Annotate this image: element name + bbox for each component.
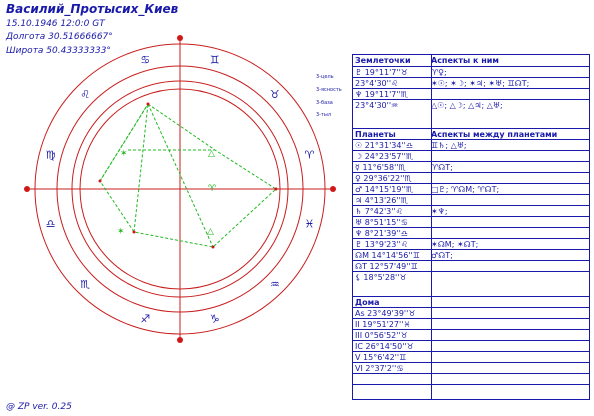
planet-point [274, 187, 278, 191]
planet-point [211, 245, 215, 249]
aspect-line [133, 103, 149, 233]
planet-point [132, 230, 136, 234]
legend-clarity: 3-ясность [316, 87, 342, 93]
zodiac-sign-glyph: ♑ [210, 312, 220, 325]
legend-goal: 3-цель [316, 74, 334, 80]
marker-bottom [177, 337, 183, 343]
legend-base: 3-база [316, 100, 333, 106]
trine-glyph: △ [208, 149, 215, 159]
zodiac-sign-glyph: ♉ [270, 88, 280, 101]
zodiac-sign-glyph: ♋ [140, 54, 150, 67]
version-footer: @ ZP ver. 0.25 [6, 402, 72, 412]
zodiac-sign-glyph: ♊ [210, 54, 220, 67]
sextile-glyph: ✶ [117, 227, 125, 237]
earth-header: Землеточки Аспекты к ним [355, 56, 499, 65]
sextile-glyph: ✶ [120, 149, 128, 159]
natal-chart: △ ♈ △ ✶ ✶ ♊ ♉ ♈ ♓ ♒ ♑ ♐ ♏ ♎ ♍ ♌ ♋ [24, 35, 336, 343]
square-glyph: ♈ [208, 184, 217, 194]
marker-right [330, 186, 336, 192]
table-row [353, 384, 589, 396]
aspect-polygon [99, 103, 277, 248]
zodiac-sign-glyph: ♏ [80, 278, 90, 291]
table-row: ⚸ 18°5'28''♉ [353, 271, 589, 283]
zodiac-sign-glyph: ♎ [46, 218, 56, 231]
planet-point [98, 179, 102, 183]
table-row: 23°4'30''♒ △☉; △☽; △♃; △♅; [353, 99, 589, 111]
zodiac-sign-glyph: ♓ [304, 218, 314, 231]
astro-table: Землеточки Аспекты к ним ♇ 19°11'7''♉ ♈♀; … [352, 54, 590, 400]
marker-top [177, 35, 183, 41]
legend-rear: 3-тыл [316, 112, 332, 118]
planet-point [146, 102, 150, 106]
zodiac-sign-glyph: ♒ [270, 278, 280, 291]
trine-glyph: △ [207, 227, 214, 237]
zodiac-sign-glyph: ♌ [80, 88, 90, 101]
marker-left [24, 186, 30, 192]
zodiac-sign-glyph: ♐ [140, 312, 150, 325]
zodiac-sign-glyph: ♍ [46, 148, 56, 161]
zodiac-sign-glyph: ♈ [304, 148, 314, 161]
